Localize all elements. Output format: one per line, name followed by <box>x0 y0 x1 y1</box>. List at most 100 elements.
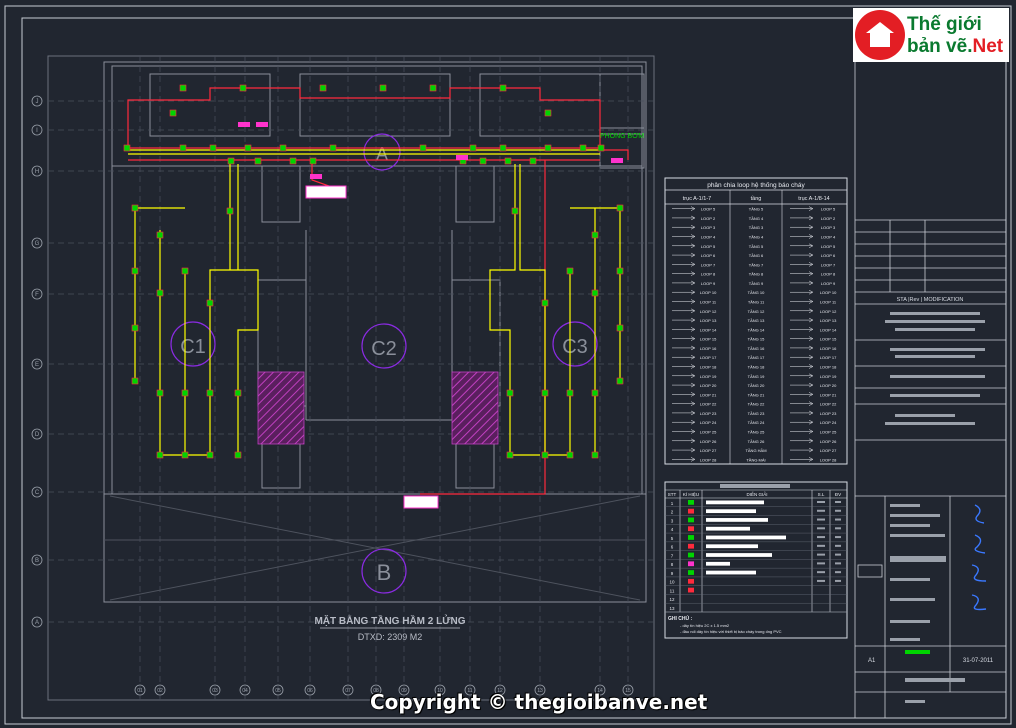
zone-row-floor: TẦNG 7 <box>749 262 764 267</box>
zone-row-floor: TẦNG 16 <box>748 346 765 351</box>
legend-row-index: 4 <box>671 527 674 532</box>
zone-row-arrow-left <box>672 336 696 341</box>
zone-row-arrow-right <box>790 234 814 239</box>
legend-row-index: 11 <box>670 588 675 593</box>
zone-row-left-loop: LOOP 27 <box>700 448 717 453</box>
device-legend-table: STT KÍ HIỆU DIỄN GIẢI S.L ĐV 12345678910… <box>664 481 848 639</box>
legend-row-index: 5 <box>671 536 674 541</box>
zone-row-floor: TẦNG 25 <box>748 430 765 435</box>
zone-row-arrow-left <box>672 345 696 351</box>
zone-row-arrow-left <box>672 308 696 314</box>
zone-row-right-loop: LOOP 2 <box>821 216 836 221</box>
zone-row-arrow-right <box>790 419 814 425</box>
zone-row-floor: TẦNG 6 <box>749 253 764 258</box>
legend-header-unit: ĐV <box>835 492 841 497</box>
legend-unit-mark <box>835 501 841 503</box>
zone-row-arrow-left <box>672 234 696 239</box>
zone-row-arrow-right <box>790 224 814 230</box>
zone-row-right-loop: LOOP 8 <box>821 272 836 277</box>
legend-note-label: GHI CHÚ : <box>668 615 693 622</box>
zone-row-left-loop: LOOP 11 <box>700 300 717 305</box>
legend-symbol <box>688 552 694 558</box>
zone-row-right-loop: LOOP 17 <box>820 355 837 360</box>
zone-row-right-loop: LOOP 11 <box>820 300 837 305</box>
pump-room-label: PHONG BƠM <box>600 133 644 140</box>
legend-unit-mark <box>835 562 841 565</box>
site-logo[interactable]: Thế giới bản vẽ.Net <box>853 8 1009 62</box>
zone-row-arrow-right <box>790 354 814 360</box>
zone-row-arrow-left <box>672 419 696 425</box>
grid-label-b: B <box>35 558 39 564</box>
legend-symbol <box>688 543 694 549</box>
legend-description-bar <box>706 518 768 522</box>
zone-row-left-loop: LOOP 18 <box>700 365 717 370</box>
title-block-text-bars <box>885 312 985 703</box>
zone-row-arrow-right <box>790 252 814 258</box>
revision-header: STA |Rev | MODIFICATION <box>897 297 964 303</box>
legend-note-2: - đầu nối dây tín hiệu với thiết bị báo … <box>680 629 782 634</box>
cad-drawing-sheet: J I H G F E D C B A 01 02 03 04 05 06 07… <box>4 5 1012 725</box>
zone-row-arrow-right <box>790 447 814 453</box>
legend-symbol <box>688 535 694 540</box>
sheet-outer-frame <box>4 5 1012 725</box>
zone-row-arrow-right <box>790 308 814 314</box>
legend-row-index: 8 <box>671 562 674 567</box>
legend-header-stt: STT <box>668 492 677 497</box>
logo-line-2: bản vẽ.Net <box>907 36 1003 58</box>
zone-row-left-loop: LOOP 14 <box>700 327 717 332</box>
zone-row-floor: TẦNG MÁI <box>746 457 765 462</box>
legend-symbol <box>688 587 694 593</box>
legend-qty-mark <box>817 501 825 503</box>
zone-row-right-loop: LOOP 28 <box>820 457 837 462</box>
grid-label-a: A <box>35 620 39 626</box>
zone-row-right-loop: LOOP 7 <box>821 262 836 267</box>
stair-hatch-left <box>257 371 305 445</box>
zone-row-floor: TẦNG 3 <box>749 225 764 230</box>
zone-row-floor: TẦNG 19 <box>748 374 765 379</box>
zone-row-right-loop: LOOP 9 <box>821 281 836 286</box>
zone-row-right-loop: LOOP 13 <box>820 318 837 323</box>
sheet-number-bar <box>905 650 930 654</box>
zone-row-floor: TẦNG 5 <box>749 244 764 249</box>
signatures <box>971 504 987 611</box>
grid-label-05: 05 <box>275 688 281 694</box>
zone-row-arrow-left <box>672 262 696 267</box>
legend-note-1: - dây tín hiệu 2C x 1.5 mm2 <box>680 623 730 628</box>
legend-symbol <box>688 508 694 514</box>
legend-symbol <box>688 578 694 584</box>
zone-row-right-loop: LOOP 16 <box>820 346 837 351</box>
loop-zone-table: phân chia loop hệ thống báo cháy trục A-… <box>664 177 848 465</box>
zone-row-floor: TẦNG 23 <box>748 411 765 416</box>
zone-row-arrow-right <box>790 392 814 397</box>
grid-label-g: G <box>35 241 40 247</box>
legend-row-index: 10 <box>669 580 675 585</box>
zone-row-right-loop: LOOP 14 <box>820 327 837 332</box>
zone-row-arrow-right <box>790 262 814 267</box>
legend-row-index: 12 <box>669 597 675 602</box>
zone-row-left-loop: LOOP 24 <box>700 420 717 425</box>
zone-row-arrow-left <box>672 392 696 397</box>
legend-row-index: 1 <box>671 501 674 506</box>
zone-row-floor: TẦNG 8 <box>749 272 764 277</box>
legend-description-bar <box>706 570 756 575</box>
legend-qty-mark <box>817 553 825 556</box>
zone-row-arrow-right <box>790 299 814 304</box>
zone-row-arrow-left <box>672 299 696 304</box>
legend-symbol <box>688 526 694 532</box>
grid-label-f: F <box>35 292 39 298</box>
zone-row-arrow-right <box>790 401 814 406</box>
zone-row-floor: TẦNG 9 <box>749 281 764 286</box>
legend-row-index: 6 <box>671 545 674 550</box>
zone-row-arrow-left <box>672 252 696 258</box>
zone-row-arrow-left <box>672 224 696 230</box>
legend-row-index: 2 <box>671 510 674 515</box>
copyright-watermark: Copyright © thegioibanve.net <box>370 690 708 714</box>
zone-row-arrow-right <box>790 410 814 416</box>
logo-line-1: Thế giới <box>907 14 982 35</box>
grid-label-j: J <box>36 99 39 105</box>
zone-row-left-loop: LOOP 26 <box>700 439 717 444</box>
zone-row-right-loop: LOOP 10 <box>820 290 837 295</box>
zone-row-left-loop: LOOP 5 <box>701 244 716 249</box>
zone-label-b: B <box>377 560 392 585</box>
company-logo-block <box>857 564 883 578</box>
